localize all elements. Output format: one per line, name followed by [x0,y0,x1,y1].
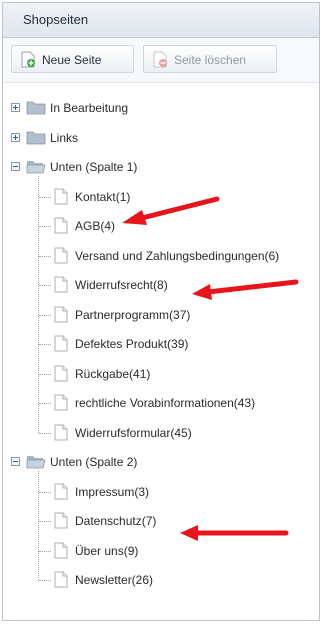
tree-page-label: Widerrufsrecht(8) [75,278,168,292]
tree-folder-in-bearbeitung[interactable]: In Bearbeitung [3,97,319,119]
delete-page-label: Seite löschen [174,53,247,67]
expand-toggle-icon[interactable] [11,103,20,112]
tree-page-rechtliche-vorabinformationen-43[interactable]: rechtliche Vorabinformationen(43) [3,392,319,414]
folder-open-icon [26,161,46,174]
tree-folder-label: In Bearbeitung [50,101,129,115]
tree-page-partnerprogramm-37[interactable]: Partnerprogramm(37) [3,304,319,326]
annotation-arrow-datenschutz [180,525,289,541]
tree-page-label: Newsletter(26) [75,573,154,587]
collapse-toggle-icon[interactable] [11,457,20,466]
page-icon [54,424,68,440]
page-icon [54,483,68,499]
page-icon [54,276,68,293]
tree-page-label: Datenschutz(7) [75,514,157,528]
tree-page-label: rechtliche Vorabinformationen(43) [75,396,256,410]
tree-page-rückgabe-41[interactable]: Rückgabe(41) [3,363,319,385]
tree-page-label: Impressum(3) [75,484,150,499]
delete-page-icon [153,51,167,68]
tree-page-newsletter-26[interactable]: Newsletter(26) [3,569,319,591]
tree-folder-links[interactable]: Links [3,127,319,149]
folder-icon [26,131,46,144]
tree-page-label: Defektes Produkt(39) [75,337,189,351]
page-icon [54,306,68,322]
page-icon [54,247,68,263]
page-icon [54,542,68,558]
tree-folder-label: Links [50,130,79,145]
tree-page-defektes-produkt-39[interactable]: Defektes Produkt(39) [3,333,319,355]
tree-folder-label: Unten (Spalte 1) [50,160,138,174]
panel-title: Shopseiten [3,3,319,38]
tree-folder-label: Unten (Spalte 2) [50,455,138,469]
annotation-arrow-widerrufsrecht [192,279,299,300]
page-icon [54,394,68,411]
tree-page-label: Versand und Zahlungsbedingungen(6) [75,248,280,263]
folder-icon [26,101,46,115]
annotation-arrow-agb [122,196,220,225]
tree-folder-unten-spalte-1[interactable]: Unten (Spalte 1) [3,156,319,178]
page-icon [54,188,68,204]
tree-page-impressum-3[interactable]: Impressum(3) [3,481,319,503]
delete-page-button[interactable]: Seite löschen [143,45,277,73]
tree-page-label: Über uns(9) [75,543,139,558]
page-icon [54,365,68,381]
page-icon [54,571,68,588]
tree-page-label: AGB(4) [75,219,116,233]
collapse-toggle-icon[interactable] [11,162,20,171]
page-icon [54,335,68,352]
new-page-icon [21,51,35,68]
new-page-button[interactable]: Neue Seite [11,45,134,73]
folder-open-icon [26,456,46,469]
tree-page-widerrufsformular-45[interactable]: Widerrufsformular(45) [3,422,319,444]
page-icon [54,512,68,529]
tree-page-label: Widerrufsformular(45) [75,425,192,440]
tree-folder-unten-spalte-2[interactable]: Unten (Spalte 2) [3,451,319,473]
new-page-label: Neue Seite [42,53,102,67]
expand-toggle-icon[interactable] [11,132,20,142]
page-icon [54,217,68,234]
tree-page-versand-und-zahlungsbedingungen-6[interactable]: Versand und Zahlungsbedingungen(6) [3,245,319,267]
tree-page-label: Partnerprogramm(37) [75,307,191,322]
tree-page-label: Rückgabe(41) [75,366,151,381]
toolbar: Neue Seite Seite löschen [3,38,319,83]
